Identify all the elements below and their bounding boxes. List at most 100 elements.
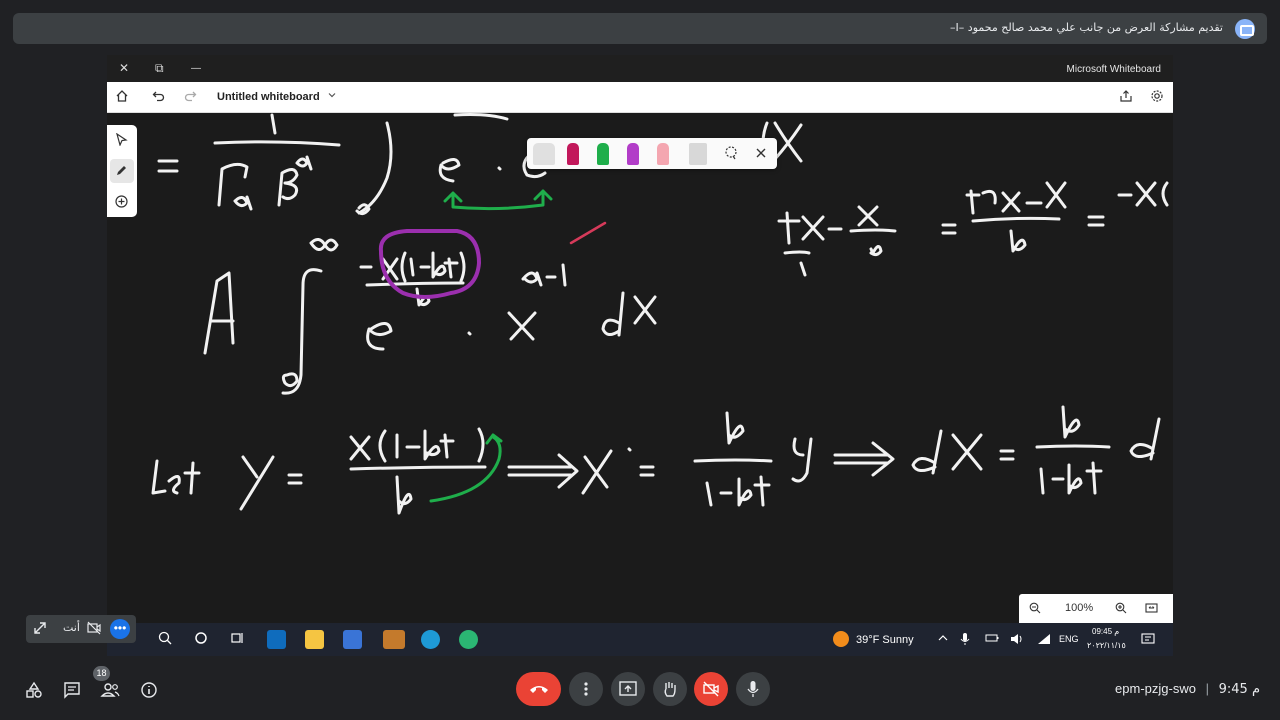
share-icon[interactable] xyxy=(1119,89,1133,106)
add-icon[interactable] xyxy=(115,195,128,211)
ink-x-mid xyxy=(801,215,825,241)
zoom-level: 100% xyxy=(1065,602,1094,614)
ink-equals-let xyxy=(287,473,303,485)
file-explorer-icon[interactable] xyxy=(305,630,324,649)
ink-y-sub xyxy=(791,437,813,483)
notifications-icon[interactable] xyxy=(1141,632,1155,649)
more-options-button[interactable] xyxy=(569,672,603,706)
pen-icon[interactable] xyxy=(115,164,128,180)
meeting-separator: | xyxy=(1205,681,1209,696)
ink-frac-mid xyxy=(783,228,897,255)
ink-dx-mid xyxy=(601,291,657,337)
ink-y-let xyxy=(239,455,275,511)
eraser-icon[interactable] xyxy=(657,143,669,165)
ink-denom-sub xyxy=(705,475,771,507)
ink-beta-sub xyxy=(725,411,745,445)
present-screen-button[interactable] xyxy=(611,672,645,706)
ink-dot-mid xyxy=(467,331,472,336)
task-view-icon[interactable] xyxy=(229,630,248,649)
chrome-icon[interactable] xyxy=(383,630,405,649)
language-indicator[interactable]: ENG xyxy=(1059,634,1079,644)
zoom-out-icon[interactable] xyxy=(1029,602,1041,617)
end-call-button[interactable] xyxy=(516,672,561,706)
ink-equals-top xyxy=(157,159,179,173)
ink-equals-sub xyxy=(639,465,655,477)
ink-t-mid xyxy=(777,211,801,245)
ink-infinity xyxy=(309,238,339,252)
meeting-info-icon[interactable] xyxy=(135,676,163,704)
ink-denom-dx xyxy=(1039,461,1103,495)
ink-fraction-bar-top xyxy=(213,140,341,147)
fit-to-screen-icon[interactable] xyxy=(1145,602,1158,617)
ink-arrow-2 xyxy=(833,441,895,477)
edge-icon[interactable] xyxy=(421,630,440,649)
select-pointer-icon[interactable] xyxy=(115,132,128,149)
whiteboard-title[interactable]: Untitled whiteboard xyxy=(217,91,320,103)
meeting-time: 9:45 م xyxy=(1218,682,1260,697)
edge-dev-icon[interactable] xyxy=(459,630,478,649)
ink-x-top xyxy=(773,121,803,163)
clock-time[interactable]: 09:45 م xyxy=(1092,627,1119,636)
ink-neg-x-right xyxy=(1117,181,1169,207)
microphone-icon[interactable] xyxy=(960,632,970,649)
ink-one-mid xyxy=(799,261,807,277)
whiteboard-canvas[interactable] xyxy=(107,113,1173,623)
cortana-icon[interactable] xyxy=(193,630,212,649)
app-name: Microsoft Whiteboard xyxy=(1066,64,1161,75)
ink-frac-right xyxy=(971,216,1061,223)
meeting-code: epm-pzjg-swo xyxy=(1115,681,1196,696)
lasso-select-icon[interactable] xyxy=(723,145,739,166)
ink-dx-sub xyxy=(911,429,983,475)
presentation-icon xyxy=(1235,19,1255,39)
ink-sub-numer xyxy=(349,427,485,463)
pen-green-icon[interactable] xyxy=(597,143,609,165)
ink-equals-dx xyxy=(999,449,1015,461)
undo-icon[interactable] xyxy=(152,89,166,106)
raise-hand-button[interactable] xyxy=(653,672,687,706)
ruler-icon[interactable] xyxy=(689,143,707,165)
participant-count-badge: 18 xyxy=(93,666,110,681)
zoom-in-icon[interactable] xyxy=(1115,602,1127,617)
ink-let xyxy=(151,459,201,495)
ink-one-top xyxy=(270,113,277,135)
ink-beta-dx xyxy=(1061,405,1081,439)
ink-toolbar xyxy=(527,138,777,169)
meet-control-bar: epm-pzjg-swo | 9:45 م xyxy=(0,660,1280,720)
weather-text[interactable]: 39°F Sunny xyxy=(856,634,914,646)
pen-magenta-icon[interactable] xyxy=(567,143,579,165)
whiteboard-app-icon[interactable] xyxy=(343,630,362,649)
window-titlebar: ✕ ⧉ — Microsoft Whiteboard xyxy=(107,55,1173,82)
home-icon[interactable] xyxy=(115,89,129,106)
restore-window-button[interactable]: ⧉ xyxy=(155,61,164,76)
close-window-button[interactable]: ✕ xyxy=(119,61,129,75)
mail-icon[interactable] xyxy=(267,630,286,649)
highlighter-purple-icon[interactable] xyxy=(627,143,639,165)
ink-e-top xyxy=(438,113,509,183)
battery-icon[interactable] xyxy=(985,633,999,646)
shared-screen: ✕ ⧉ — Microsoft Whiteboard Untitled whit… xyxy=(107,55,1173,656)
camera-off-button[interactable] xyxy=(694,672,728,706)
chevron-up-icon[interactable] xyxy=(937,632,949,647)
chat-icon[interactable] xyxy=(58,676,86,704)
activities-icon[interactable] xyxy=(20,676,48,704)
ink-sub-beta xyxy=(395,475,413,515)
pen-white-icon[interactable] xyxy=(533,143,555,165)
self-view-controls: أنت ••• xyxy=(26,615,136,643)
close-icon[interactable] xyxy=(754,146,768,165)
ink-dot-top xyxy=(497,166,502,171)
volume-icon[interactable] xyxy=(1010,633,1024,648)
search-icon[interactable] xyxy=(157,630,176,649)
ink-d-dx xyxy=(1129,417,1161,461)
ink-equals-right xyxy=(1087,215,1105,227)
whiteboard-toolbar: Untitled whiteboard xyxy=(107,82,1173,113)
wifi-icon[interactable] xyxy=(1037,633,1051,648)
redo-icon[interactable] xyxy=(183,89,197,106)
more-options-icon[interactable]: ••• xyxy=(110,619,130,639)
microphone-button[interactable] xyxy=(736,672,770,706)
tool-palette xyxy=(107,125,137,217)
expand-icon[interactable] xyxy=(32,620,48,639)
clock-date[interactable]: ٢٠٢٢/١١/١٥ xyxy=(1087,641,1126,650)
minimize-window-button[interactable]: — xyxy=(191,63,201,74)
settings-gear-icon[interactable] xyxy=(1150,89,1164,106)
chevron-down-icon[interactable] xyxy=(327,90,337,103)
